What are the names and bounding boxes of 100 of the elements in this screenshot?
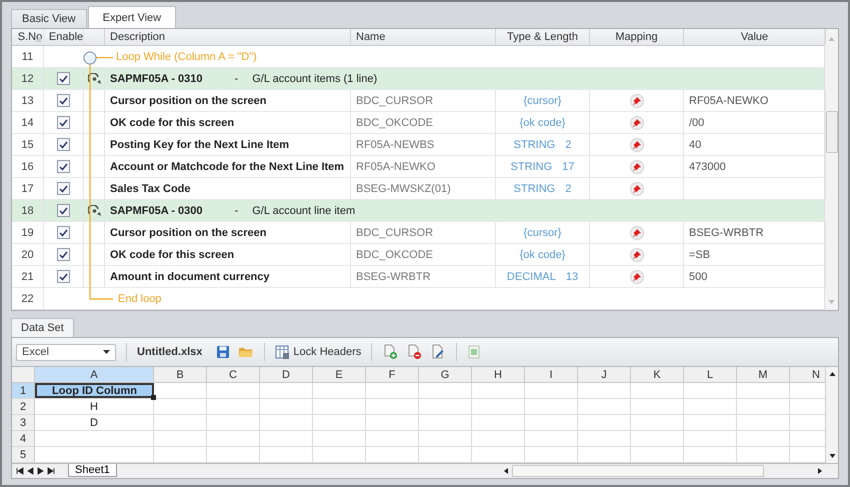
sheet-cell[interactable]: D xyxy=(35,415,154,430)
column-letter[interactable]: H xyxy=(472,367,525,382)
screen-icon xyxy=(88,204,102,216)
column-letter[interactable]: B xyxy=(154,367,207,382)
column-letter[interactable]: L xyxy=(684,367,737,382)
field-name: BDC_CURSOR xyxy=(356,226,434,238)
scroll-up-icon[interactable] xyxy=(828,370,836,378)
row-number[interactable]: 5 xyxy=(12,447,35,462)
field-description: Cursor position on the screen xyxy=(110,94,266,106)
row-number: 13 xyxy=(12,90,44,111)
checkbox[interactable] xyxy=(57,182,70,195)
field-length: 2 xyxy=(565,138,572,150)
pin-icon[interactable] xyxy=(630,182,644,196)
field-type: STRING xyxy=(514,138,556,150)
column-letter[interactable]: F xyxy=(366,367,419,382)
column-header[interactable]: Name xyxy=(351,29,496,45)
row-number: 20 xyxy=(12,244,44,265)
row-number: 17 xyxy=(12,178,44,199)
column-letter[interactable]: E xyxy=(313,367,366,382)
caret-icon xyxy=(103,350,110,354)
sheet-tab[interactable]: Sheet1 xyxy=(68,464,117,477)
screen-title: G/L account line item xyxy=(252,204,356,216)
column-letter[interactable]: A xyxy=(35,367,154,382)
field-value: 40 xyxy=(689,138,702,150)
field-type: STRING xyxy=(510,160,552,172)
checkbox[interactable] xyxy=(57,248,70,261)
column-header[interactable]: Enable xyxy=(44,29,84,45)
row-number[interactable]: 3 xyxy=(12,415,35,430)
add-row-icon[interactable] xyxy=(382,344,398,360)
pin-icon[interactable] xyxy=(630,270,644,284)
scroll-right-icon[interactable] xyxy=(816,467,824,475)
vertical-scrollbar[interactable] xyxy=(824,29,838,310)
save-icon[interactable] xyxy=(216,345,230,359)
checkbox[interactable] xyxy=(57,116,70,129)
checkbox[interactable] xyxy=(57,270,70,283)
sheet-cell[interactable]: H xyxy=(35,399,154,414)
checkbox[interactable] xyxy=(57,72,70,85)
column-letter[interactable]: D xyxy=(260,367,313,382)
column-letter[interactable]: M xyxy=(737,367,790,382)
pin-icon[interactable] xyxy=(630,116,644,130)
field-description: Account or Matchcode for the Next Line Item xyxy=(110,160,344,172)
sheet-cell[interactable]: Loop ID Column xyxy=(35,383,154,398)
column-letter[interactable]: K xyxy=(631,367,684,382)
view-tab[interactable]: Expert View xyxy=(88,6,176,28)
screen-name: SAPMF05A - 0310 xyxy=(110,72,203,84)
field-type: {ok code} xyxy=(520,248,566,260)
field-name: BSEG-MWSKZ(01) xyxy=(356,182,451,194)
horizontal-scrollbar[interactable] xyxy=(502,465,824,477)
row-number: 19 xyxy=(12,222,44,243)
pin-icon[interactable] xyxy=(630,138,644,152)
field-value: 500 xyxy=(689,270,708,282)
column-letter[interactable]: C xyxy=(207,367,260,382)
field-value: 473000 xyxy=(689,160,726,172)
row-number: 22 xyxy=(12,288,44,309)
vertical-scrollbar[interactable] xyxy=(825,367,838,463)
field-type: STRING xyxy=(514,182,556,194)
column-header[interactable]: Mapping xyxy=(590,29,684,45)
column-letter[interactable]: G xyxy=(419,367,472,382)
field-name: BSEG-WRBTR xyxy=(356,270,431,282)
pin-icon[interactable] xyxy=(630,226,644,240)
checkbox[interactable] xyxy=(57,226,70,239)
field-name: BDC_OKCODE xyxy=(356,116,434,128)
field-type: {ok code} xyxy=(520,116,566,128)
pin-icon[interactable] xyxy=(630,94,644,108)
format-dropdown[interactable]: Excel xyxy=(16,344,116,360)
row-number: 15 xyxy=(12,134,44,155)
row-number[interactable]: 2 xyxy=(12,399,35,414)
field-name: RF05A-NEWBS xyxy=(356,138,434,150)
data-set-tab[interactable]: Data Set xyxy=(11,318,74,337)
column-header[interactable]: Description xyxy=(105,29,351,45)
lock-headers-button[interactable]: Lock Headers xyxy=(275,344,362,360)
column-header[interactable]: Type & Length xyxy=(496,29,590,45)
remove-row-icon[interactable] xyxy=(406,344,422,360)
checkbox[interactable] xyxy=(57,94,70,107)
scroll-down-icon[interactable] xyxy=(828,452,836,460)
field-description: OK code for this screen xyxy=(110,116,234,128)
view-tab[interactable]: Basic View xyxy=(11,9,87,28)
field-description: Cursor position on the screen xyxy=(110,226,266,238)
checkbox[interactable] xyxy=(57,160,70,173)
pin-icon[interactable] xyxy=(630,248,644,262)
scroll-left-icon[interactable] xyxy=(502,467,510,475)
edit-document-icon[interactable] xyxy=(430,344,446,360)
row-number[interactable]: 4 xyxy=(12,431,35,446)
field-description: Sales Tax Code xyxy=(110,182,190,194)
screen-title: G/L account items (1 line) xyxy=(252,72,378,84)
row-number: 16 xyxy=(12,156,44,177)
checkbox[interactable] xyxy=(57,204,70,217)
row-number: 18 xyxy=(12,200,44,221)
scroll-thumb[interactable] xyxy=(826,111,838,153)
loop-label: Loop While (Column A = "D") xyxy=(116,50,257,62)
screen-row[interactable]: 18 SAPMF05A - 0300 - G/L account line item xyxy=(12,200,824,222)
sort-icon xyxy=(35,36,41,42)
screen-row[interactable]: 12 SAPMF05A - 0310 - G/L account items (1 line) xyxy=(12,68,824,90)
checkbox[interactable] xyxy=(57,138,70,151)
column-letter[interactable]: I xyxy=(525,367,578,382)
loop-start-icon[interactable] xyxy=(83,51,97,65)
field-value: =SB xyxy=(689,248,710,260)
row-number[interactable]: 1 xyxy=(12,383,35,398)
pin-icon[interactable] xyxy=(630,160,644,174)
column-letter[interactable]: J xyxy=(578,367,631,382)
